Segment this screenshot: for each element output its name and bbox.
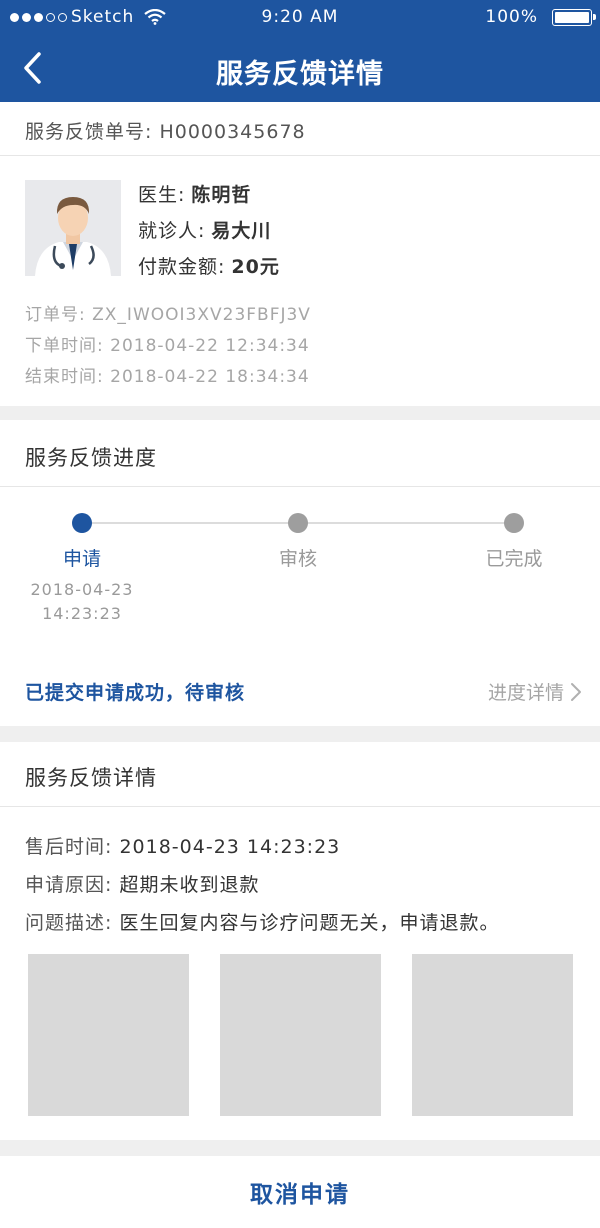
patient-row: 就诊人: 易大川: [138, 216, 271, 243]
step-label-review: 审核: [278, 548, 317, 570]
reason-label: 申请原因:: [25, 874, 113, 896]
order-ended-label: 结束时间:: [25, 367, 104, 387]
status-bar: Sketch 9:20 AM 100%: [0, 0, 600, 34]
attachment-image-1[interactable]: [28, 954, 189, 1116]
step-apply-time: 14:23:23: [42, 604, 122, 623]
cancel-application-button[interactable]: 取消申请: [0, 1156, 600, 1228]
detail-title: 服务反馈详情: [25, 766, 157, 790]
order-number-row: 订单号: ZX_IWOOI3XV23FBFJ3V: [25, 300, 311, 325]
progress-status-message: 已提交申请成功，待审核: [25, 682, 246, 704]
aftersale-time-label: 售后时间:: [25, 836, 113, 858]
nav-bar: 服务反馈详情: [0, 34, 600, 102]
chevron-right-icon: [571, 682, 581, 701]
doctor-row: 医生: 陈明哲: [138, 180, 251, 207]
step-dot-complete: [504, 513, 524, 533]
order-placed-label: 下单时间:: [25, 336, 104, 356]
order-ended-time: 2018-04-22 18:34:34: [110, 367, 310, 387]
progress-detail-link[interactable]: 进度详情: [488, 678, 582, 705]
progress-detail-label: 进度详情: [487, 682, 564, 704]
doctor-name: 陈明哲: [191, 184, 252, 206]
order-ended-row: 结束时间: 2018-04-22 18:34:34: [25, 362, 310, 387]
order-number: ZX_IWOOI3XV23FBFJ3V: [92, 305, 311, 325]
doctor-avatar: [25, 180, 121, 276]
feedback-number: H0000345678: [159, 121, 306, 143]
order-placed-row: 下单时间: 2018-04-22 12:34:34: [25, 331, 310, 356]
description-label: 问题描述:: [25, 912, 113, 934]
attachment-image-2[interactable]: [220, 954, 381, 1116]
feedback-detail-card: 服务反馈详情 售后时间: 2018-04-23 14:23:23 申请原因: 超…: [0, 742, 600, 1140]
doctor-label: 医生:: [138, 184, 186, 206]
feedback-number-row: 服务反馈单号: H0000345678: [0, 102, 600, 156]
amount-value: 20元: [231, 256, 280, 278]
order-placed-time: 2018-04-22 12:34:34: [110, 336, 310, 356]
battery-icon: [552, 9, 596, 26]
step-dot-apply: [72, 513, 92, 533]
divider: [0, 486, 600, 487]
patient-name: 易大川: [211, 220, 272, 242]
patient-label: 就诊人:: [138, 220, 206, 242]
attachment-image-3[interactable]: [412, 954, 573, 1116]
amount-row: 付款金额: 20元: [138, 252, 280, 279]
bottom-action-bar: 取消申请: [0, 1156, 600, 1228]
order-number-label: 订单号:: [25, 305, 86, 325]
description-row: 问题描述: 医生回复内容与诊疗问题无关，申请退款。: [25, 908, 499, 935]
amount-label: 付款金额:: [138, 256, 226, 278]
description-value: 医生回复内容与诊疗问题无关，申请退款。: [119, 912, 500, 934]
aftersale-time-row: 售后时间: 2018-04-23 14:23:23: [25, 832, 340, 859]
reason-row: 申请原因: 超期未收到退款: [25, 870, 259, 897]
feedback-number-label: 服务反馈单号:: [25, 121, 153, 143]
consultation-info-card: 医生: 陈明哲 就诊人: 易大川 付款金额: 20元 订单号: ZX_IWOOI3XV…: [0, 156, 600, 406]
step-label-complete: 已完成: [485, 548, 543, 570]
divider: [0, 806, 600, 807]
page-title: 服务反馈详情: [216, 59, 384, 90]
progress-title: 服务反馈进度: [25, 446, 157, 470]
step-label-apply: 申请: [62, 548, 101, 570]
app-header: Sketch 9:20 AM 100% 服务反馈详情: [0, 0, 600, 102]
step-dot-review: [288, 513, 308, 533]
aftersale-time-value: 2018-04-23 14:23:23: [119, 836, 341, 858]
battery-percent: 100%: [485, 7, 538, 27]
progress-card: 服务反馈进度 申请 审核 已完成 2018-04-23 14:23:23 已提交…: [0, 420, 600, 726]
step-apply-date: 2018-04-23: [30, 580, 134, 599]
reason-value: 超期未收到退款: [119, 874, 260, 896]
